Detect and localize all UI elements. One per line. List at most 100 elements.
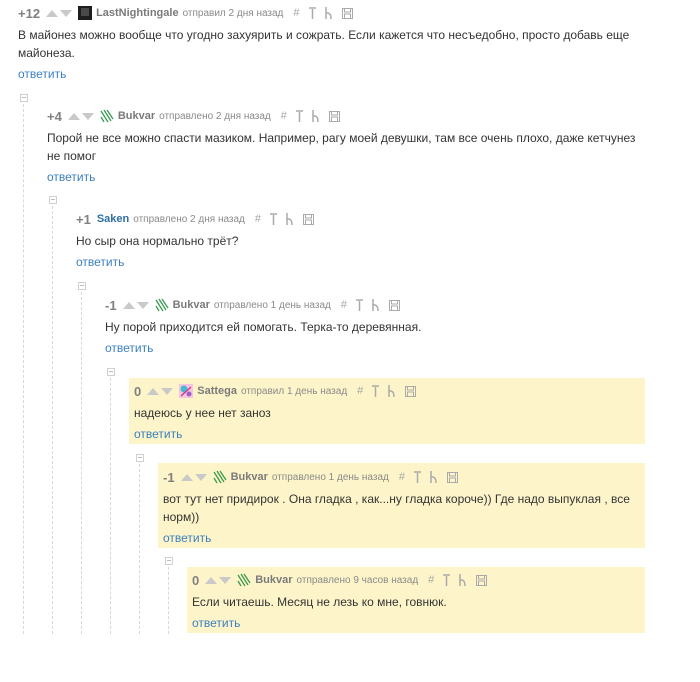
reply-link[interactable]: ответить [192, 616, 642, 630]
comment: 0 Bukvar отправлено 9 часов назад # Если… [192, 570, 642, 630]
hash-icon[interactable]: # [428, 574, 434, 586]
branch-icon[interactable] [430, 471, 438, 483]
thread-line[interactable] [81, 292, 82, 634]
comment-tools: # [341, 299, 400, 311]
username-link[interactable]: Bukvar [255, 574, 292, 586]
downvote-icon[interactable] [136, 301, 149, 309]
comment-rating: -1 [163, 469, 175, 485]
downvote-icon[interactable] [219, 576, 232, 584]
pin-up-icon[interactable] [356, 299, 363, 311]
collapse-thread-toggle[interactable] [20, 94, 28, 102]
comment-text: В майонез можно вообще что угодно захуяр… [18, 28, 630, 60]
downvote-icon[interactable] [161, 387, 174, 395]
username-link[interactable]: LastNightingale [96, 7, 179, 19]
reply-link[interactable]: ответить [47, 170, 642, 184]
user-avatar[interactable] [213, 470, 227, 484]
save-icon[interactable] [341, 7, 353, 19]
comment-rating: 0 [134, 383, 142, 399]
username-link[interactable]: Sattega [197, 385, 237, 397]
comment-header: -1 Bukvar отправлено 1 день назад # [163, 467, 641, 487]
thread-line[interactable] [110, 378, 111, 634]
upvote-icon[interactable] [67, 112, 80, 120]
upvote-icon[interactable] [205, 576, 218, 584]
comment-tools: # [357, 385, 417, 397]
thread-line[interactable] [139, 464, 140, 634]
comment-text: Если читаешь. Месяц не лезь ко мне, говн… [192, 595, 447, 609]
pin-up-icon[interactable] [308, 7, 316, 19]
branch-icon[interactable] [388, 385, 396, 397]
hash-icon[interactable]: # [357, 385, 363, 397]
save-icon[interactable] [328, 110, 340, 122]
thread-line[interactable] [168, 567, 169, 634]
comment-tools: # [255, 213, 315, 225]
hash-icon[interactable]: # [281, 110, 287, 122]
upvote-icon[interactable] [122, 301, 135, 309]
pin-up-icon[interactable] [372, 385, 380, 397]
collapse-thread-toggle[interactable] [165, 557, 173, 565]
upvote-icon[interactable] [180, 473, 193, 481]
reply-link[interactable]: ответить [18, 67, 638, 81]
comment-timestamp[interactable]: отправлено 9 часов назад [297, 575, 419, 586]
save-icon[interactable] [447, 471, 458, 483]
collapse-thread-toggle[interactable] [107, 368, 115, 376]
comment-timestamp[interactable]: отправлено 1 день назад [214, 300, 331, 311]
comment-text: Порой не все можно спасти мазиком. Напри… [47, 131, 636, 163]
user-avatar[interactable] [155, 298, 169, 312]
username-link[interactable]: Saken [97, 213, 129, 225]
collapse-thread-toggle[interactable] [49, 196, 57, 204]
comment-timestamp[interactable]: отправлено 2 дня назад [133, 214, 245, 225]
reply-link[interactable]: ответить [105, 341, 635, 355]
upvote-icon[interactable] [46, 9, 59, 17]
pin-up-icon[interactable] [295, 110, 303, 122]
hash-icon[interactable]: # [341, 299, 347, 311]
collapse-thread-toggle[interactable] [136, 454, 144, 462]
comment-timestamp[interactable]: отправлено 1 день назад [272, 472, 389, 483]
branch-icon[interactable] [324, 7, 333, 19]
collapse-thread-toggle[interactable] [78, 282, 86, 290]
thread-line[interactable] [52, 206, 53, 634]
hash-icon[interactable]: # [399, 471, 405, 483]
branch-icon[interactable] [372, 299, 380, 311]
user-avatar[interactable] [179, 384, 194, 398]
user-avatar[interactable] [78, 6, 93, 20]
downvote-icon[interactable] [60, 9, 73, 17]
comment: +1 Saken отправлено 2 дня назад # Но сыр… [76, 209, 636, 269]
branch-icon[interactable] [286, 213, 294, 225]
vote-arrows [46, 9, 73, 17]
hash-icon[interactable]: # [255, 213, 261, 225]
user-avatar[interactable] [100, 109, 114, 123]
vote-arrows [122, 301, 149, 309]
vote-arrows [147, 387, 174, 395]
pin-up-icon[interactable] [270, 213, 278, 225]
save-icon[interactable] [405, 385, 417, 397]
reply-link[interactable]: ответить [76, 255, 636, 269]
comment-timestamp[interactable]: отправлено 2 дня назад [159, 111, 271, 122]
comment-timestamp[interactable]: отправил 2 дня назад [183, 8, 284, 19]
reply-link[interactable]: ответить [134, 427, 639, 441]
comment-timestamp[interactable]: отправил 1 день назад [241, 386, 347, 397]
comment: +12 LastNightingale отправил 2 дня назад… [18, 3, 638, 82]
username-link[interactable]: Bukvar [231, 471, 268, 483]
thread-line[interactable] [23, 104, 24, 634]
comment-text: Но сыр она нормально трёт? [76, 234, 239, 248]
user-avatar[interactable] [237, 573, 251, 587]
save-icon[interactable] [389, 299, 400, 311]
hash-icon[interactable]: # [293, 7, 299, 19]
downvote-icon[interactable] [194, 473, 207, 481]
reply-link[interactable]: ответить [163, 531, 641, 545]
save-icon[interactable] [476, 574, 488, 586]
branch-icon[interactable] [459, 574, 467, 586]
username-link[interactable]: Bukvar [118, 110, 155, 122]
branch-icon[interactable] [312, 110, 320, 122]
vote-arrows [180, 473, 207, 481]
pin-up-icon[interactable] [443, 574, 451, 586]
upvote-icon[interactable] [147, 387, 160, 395]
comment-tools: # [428, 574, 488, 586]
username-link[interactable]: Bukvar [173, 299, 210, 311]
pin-up-icon[interactable] [414, 471, 421, 483]
comment-rating: -1 [105, 297, 117, 313]
save-icon[interactable] [303, 213, 315, 225]
comment-rating: +1 [76, 211, 91, 227]
comment-tools: # [399, 471, 458, 483]
downvote-icon[interactable] [81, 112, 94, 120]
